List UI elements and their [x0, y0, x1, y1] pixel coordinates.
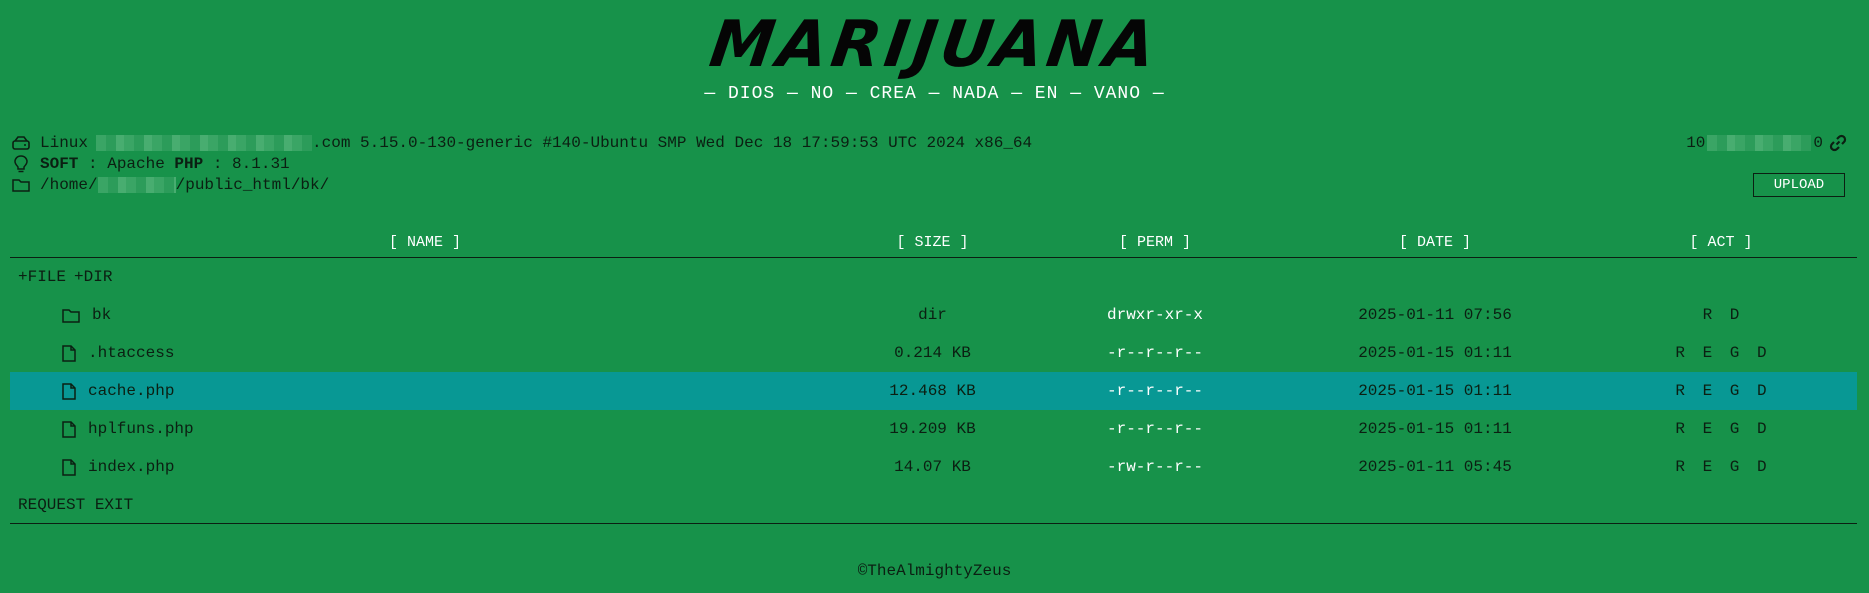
file-name[interactable]: hplfuns.php — [88, 420, 194, 438]
file-icon — [62, 458, 76, 476]
ip-suffix: 0 — [1813, 134, 1823, 152]
file-date[interactable]: 2025-01-15 01:11 — [1285, 420, 1585, 438]
create-row: +FILE +DIR — [10, 258, 1857, 296]
col-name-header: [ NAME ] — [388, 234, 461, 251]
table-row[interactable]: .htaccess 0.214 KB -r--r--r-- 2025-01-15… — [10, 334, 1857, 372]
uname-prefix: Linux — [40, 134, 89, 152]
soft-value: : Apache — [78, 155, 175, 173]
file-size: 19.209 KB — [889, 420, 976, 438]
soft-label: SOFT — [40, 155, 79, 173]
table-row[interactable]: index.php 14.07 KB -rw-r--r-- 2025-01-11… — [10, 448, 1857, 486]
col-size-header: [ SIZE ] — [896, 234, 969, 251]
file-actions[interactable]: R D — [1585, 306, 1857, 324]
current-path: /home/ /public_html/bk/ — [10, 176, 329, 194]
table-row[interactable]: bk dir drwxr-xr-x 2025-01-11 07:56 R D — [10, 296, 1857, 334]
tagline: — DIOS — NO — CREA — NADA — EN — VANO — — [704, 84, 1165, 104]
request-exit-row: REQUEST EXIT — [10, 486, 1857, 524]
server-ip: 10 0 — [1686, 134, 1847, 152]
col-act-header: [ ACT ] — [1689, 234, 1753, 251]
path-prefix[interactable]: /home/ — [40, 176, 98, 194]
file-date[interactable]: 2025-01-11 07:56 — [1285, 306, 1585, 324]
file-actions[interactable]: R E G D — [1585, 344, 1857, 362]
table-row[interactable]: cache.php 12.468 KB -r--r--r-- 2025-01-1… — [10, 372, 1857, 410]
php-value: : 8.1.31 — [203, 155, 290, 173]
file-name[interactable]: cache.php — [88, 382, 174, 400]
file-name[interactable]: .htaccess — [88, 344, 174, 362]
file-perm[interactable]: -r--r--r-- — [1025, 382, 1285, 400]
redacted-hostname — [96, 135, 313, 151]
file-icon — [62, 344, 76, 362]
new-file-link[interactable]: +FILE — [18, 268, 66, 286]
table-row[interactable]: hplfuns.php 19.209 KB -r--r--r-- 2025-01… — [10, 410, 1857, 448]
file-date[interactable]: 2025-01-11 05:45 — [1285, 458, 1585, 476]
link-icon[interactable] — [1829, 134, 1847, 152]
logo: MARIJUANA — [705, 8, 1164, 82]
file-size: 14.07 KB — [894, 458, 971, 476]
folder-icon — [10, 178, 32, 192]
folder-icon — [62, 308, 80, 323]
file-icon — [62, 420, 76, 438]
file-actions[interactable]: R E G D — [1585, 382, 1857, 400]
footer-copyright: ©TheAlmightyZeus — [857, 562, 1012, 580]
file-name[interactable]: index.php — [88, 458, 174, 476]
file-size: dir — [918, 306, 947, 324]
col-date-header: [ DATE ] — [1398, 234, 1471, 251]
ip-prefix: 10 — [1686, 134, 1706, 152]
redacted-ip — [1707, 135, 1812, 151]
new-dir-link[interactable]: +DIR — [74, 268, 112, 286]
file-size: 0.214 KB — [894, 344, 971, 362]
redacted-username — [97, 177, 176, 193]
uname-info: Linux .com 5.15.0-130-generic #140-Ubunt… — [10, 134, 1032, 152]
table-header: [ NAME ] [ SIZE ] [ PERM ] [ DATE ] [ AC… — [10, 228, 1857, 258]
file-perm[interactable]: -r--r--r-- — [1025, 420, 1285, 438]
hdd-icon — [10, 136, 32, 150]
file-perm[interactable]: -rw-r--r-- — [1025, 458, 1285, 476]
file-date[interactable]: 2025-01-15 01:11 — [1285, 382, 1585, 400]
col-perm-header: [ PERM ] — [1118, 234, 1191, 251]
php-label: PHP — [174, 155, 204, 173]
file-icon — [62, 382, 76, 400]
file-perm[interactable]: drwxr-xr-x — [1025, 306, 1285, 324]
path-suffix[interactable]: /public_html/bk/ — [176, 176, 330, 194]
file-actions[interactable]: R E G D — [1585, 458, 1857, 476]
file-date[interactable]: 2025-01-15 01:11 — [1285, 344, 1585, 362]
file-name[interactable]: bk — [92, 306, 111, 324]
file-perm[interactable]: -r--r--r-- — [1025, 344, 1285, 362]
server-software-info: SOFT : Apache PHP : 8.1.31 — [10, 155, 290, 173]
file-actions[interactable]: R E G D — [1585, 420, 1857, 438]
file-size: 12.468 KB — [889, 382, 976, 400]
bulb-icon — [10, 155, 32, 173]
upload-button[interactable]: UPLOAD — [1753, 173, 1845, 197]
uname-suffix: .com 5.15.0-130-generic #140-Ubuntu SMP … — [312, 134, 1033, 152]
request-exit-link[interactable]: REQUEST EXIT — [18, 496, 133, 514]
file-table: [ NAME ] [ SIZE ] [ PERM ] [ DATE ] [ AC… — [10, 228, 1857, 524]
